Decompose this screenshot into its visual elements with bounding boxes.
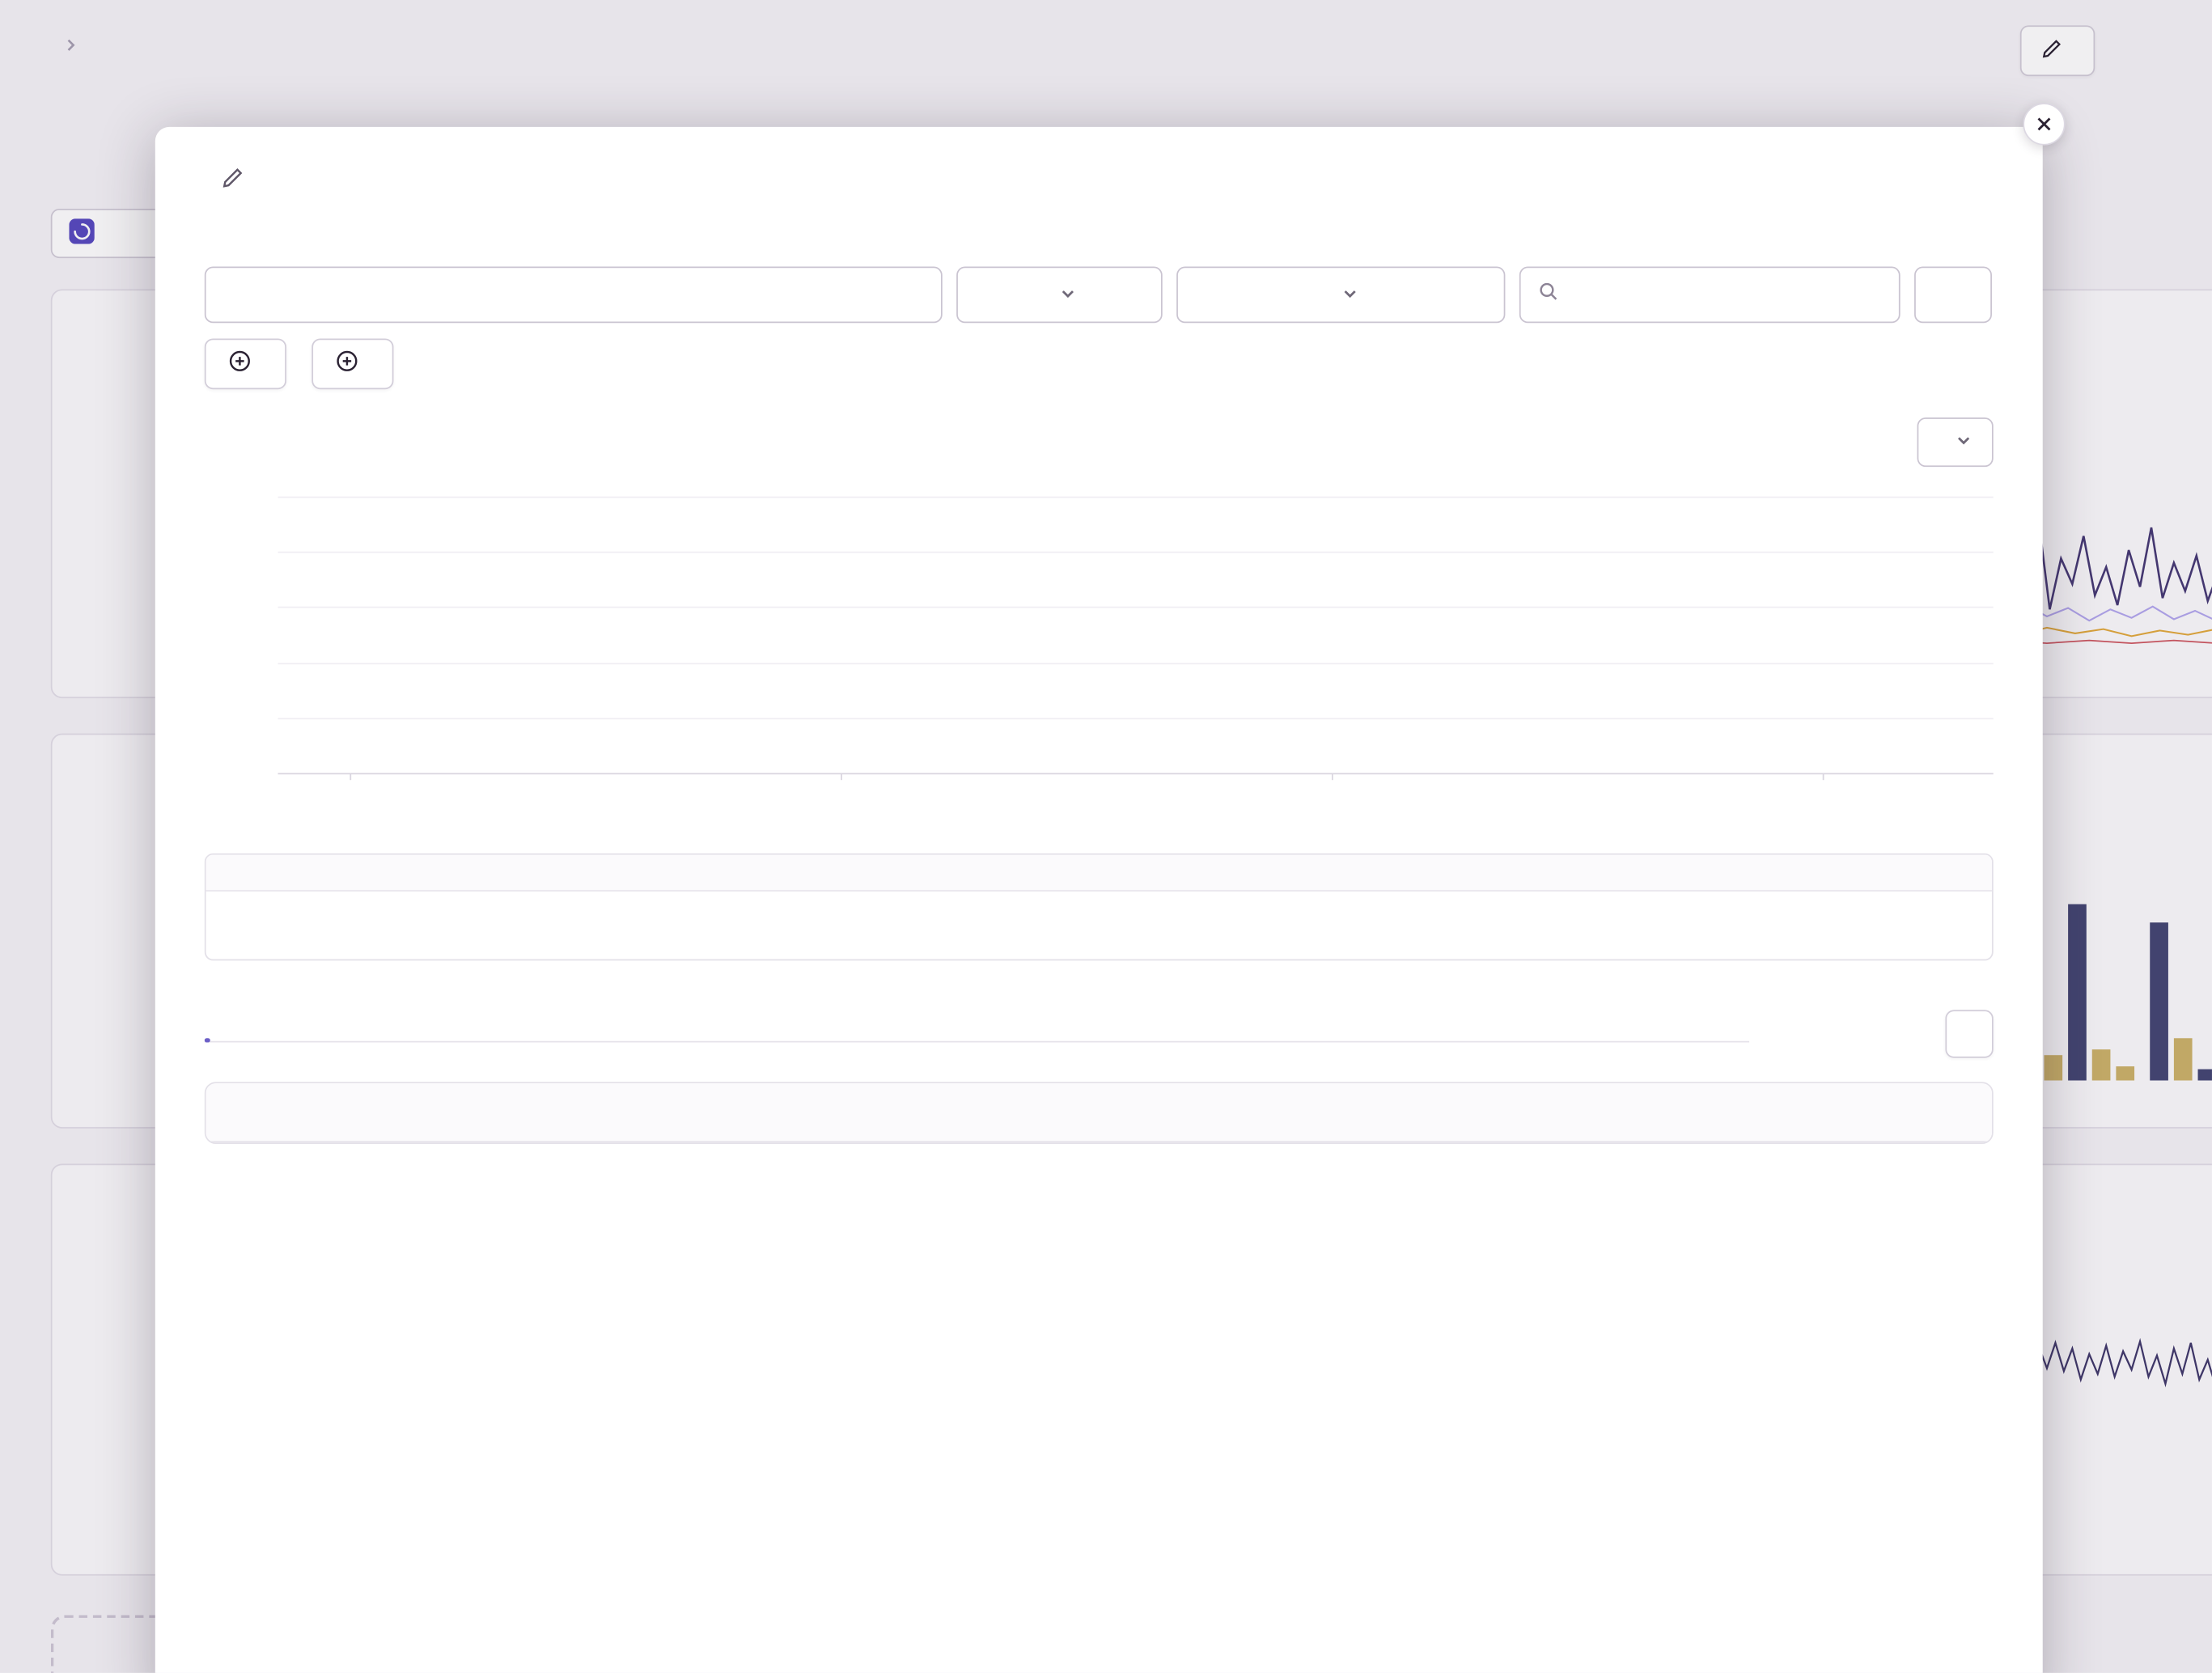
- plus-circle-icon: [228, 349, 251, 378]
- summary-row-prod[interactable]: [206, 892, 1992, 925]
- samples-header-row: [206, 1083, 1992, 1142]
- tab-code-location[interactable]: [239, 1015, 244, 1040]
- visualization-dropdown[interactable]: [1917, 417, 1994, 467]
- chevron-down-icon: [1059, 283, 1076, 307]
- edit-title-button[interactable]: [222, 167, 244, 189]
- metric-query-input[interactable]: [205, 267, 943, 324]
- series-dot: [234, 903, 245, 914]
- chevron-down-icon: [1341, 283, 1358, 307]
- open-in-traces-button[interactable]: [1945, 1010, 1993, 1057]
- x-tick-mark: [841, 773, 842, 780]
- span-samples-table: [205, 1082, 1994, 1144]
- search-icon: [1538, 281, 1559, 309]
- more-options-button[interactable]: [1914, 267, 1992, 324]
- plus-circle-icon: [336, 349, 358, 378]
- summary-header-row: [206, 855, 1992, 892]
- x-tick-mark: [1332, 773, 1333, 780]
- summary-row-de[interactable]: [206, 925, 1992, 959]
- metric-details-modal: [155, 127, 2043, 1673]
- group-by-dropdown[interactable]: [1176, 267, 1505, 324]
- add-equation-button[interactable]: [311, 338, 393, 389]
- close-modal-button[interactable]: [2023, 103, 2065, 145]
- tab-span-samples[interactable]: [205, 1015, 210, 1040]
- tabs: [205, 1015, 1749, 1042]
- add-metric-button[interactable]: [205, 338, 286, 389]
- x-tick-mark: [350, 773, 351, 780]
- chart-plot: [278, 497, 1994, 773]
- metrics-line-chart[interactable]: [205, 485, 1994, 821]
- aggregate-dropdown[interactable]: [956, 267, 1163, 324]
- x-tick-mark: [1823, 773, 1824, 780]
- chevron-down-icon: [1956, 430, 1973, 455]
- series-dot: [234, 937, 245, 948]
- filter-by-tags-input[interactable]: [1519, 267, 1901, 324]
- app: [0, 0, 2212, 1673]
- x-axis-line: [278, 773, 1993, 774]
- chart-summary-table: [205, 853, 1994, 961]
- filter-tags-field[interactable]: [1570, 284, 1882, 305]
